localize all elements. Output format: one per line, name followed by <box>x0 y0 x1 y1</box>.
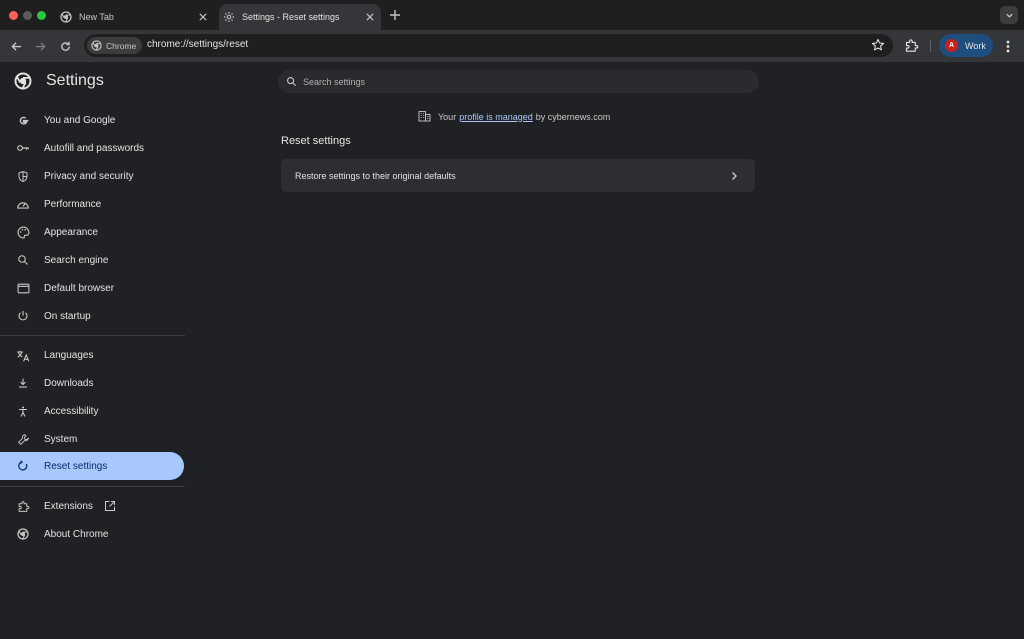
back-button[interactable] <box>8 38 24 54</box>
shield-icon <box>16 169 30 183</box>
managed-profile-link[interactable]: profile is managed <box>459 112 533 122</box>
tab-title: Settings - Reset settings <box>242 12 340 22</box>
window-maximize-button[interactable] <box>37 11 46 20</box>
download-icon <box>16 376 30 390</box>
sidebar-item-label: You and Google <box>44 114 116 126</box>
forward-arrow-icon <box>35 41 46 51</box>
chrome-logo-icon <box>14 72 32 90</box>
managed-suffix: by cybernews.com <box>535 111 611 122</box>
google-icon <box>16 113 30 127</box>
sidebar-item-label: Default browser <box>44 282 115 294</box>
chevron-right-icon <box>729 171 739 181</box>
search-icon <box>16 253 30 267</box>
tab-settings[interactable]: Settings - Reset settings <box>219 4 381 30</box>
sidebar-item-label: Privacy and security <box>44 170 134 182</box>
more-vert-icon <box>1006 40 1010 52</box>
sidebar-item-performance[interactable]: Performance <box>0 190 184 218</box>
restore-defaults-label: Restore settings to their original defau… <box>295 170 456 181</box>
menu-button[interactable] <box>1001 38 1015 54</box>
avatar: A <box>945 39 958 52</box>
chrome-icon <box>60 11 72 23</box>
building-icon <box>418 110 431 123</box>
sidebar-item-label: Autofill and passwords <box>44 142 145 154</box>
sidebar-item-autofill[interactable]: Autofill and passwords <box>0 134 184 162</box>
reset-icon <box>16 459 30 473</box>
sidebar-item-label: System <box>44 433 78 445</box>
close-icon[interactable] <box>363 10 377 24</box>
chip-label: Chrome <box>106 40 137 51</box>
tab-search-button[interactable] <box>1000 6 1018 24</box>
puzzle-icon <box>16 499 30 513</box>
extensions-button[interactable] <box>904 38 919 53</box>
back-arrow-icon <box>10 41 21 51</box>
sidebar-item-label: Accessibility <box>44 405 99 417</box>
window-minimize-button[interactable] <box>23 11 32 20</box>
gear-icon <box>223 11 235 23</box>
browser-window-icon <box>16 281 30 295</box>
key-icon <box>16 141 30 155</box>
sidebar-item-label: On startup <box>44 310 91 322</box>
sidebar-item-you-and-google[interactable]: You and Google <box>0 106 184 134</box>
sidebar-item-languages[interactable]: Languages <box>0 341 184 369</box>
managed-prefix: Your <box>438 111 457 122</box>
speedometer-icon <box>16 197 30 211</box>
toolbar: Chrome chrome://settings/reset A Work <box>0 30 1024 62</box>
wrench-icon <box>16 432 30 446</box>
tab-title: New Tab <box>79 12 114 22</box>
sidebar-item-label: Appearance <box>44 226 98 238</box>
search-icon <box>286 76 298 88</box>
sidebar-item-label: Search engine <box>44 254 109 266</box>
settings-search[interactable] <box>278 70 759 93</box>
restore-defaults-row[interactable]: Restore settings to their original defau… <box>281 159 755 192</box>
sidebar-item-search-engine[interactable]: Search engine <box>0 246 184 274</box>
managed-notice: Your profile is managed by cybernews.com <box>418 110 610 123</box>
sidebar-item-label: Performance <box>44 198 102 210</box>
chrome-icon <box>16 527 30 541</box>
sidebar-item-about-chrome[interactable]: About Chrome <box>0 520 184 548</box>
sidebar-item-accessibility[interactable]: Accessibility <box>0 397 184 425</box>
translate-icon <box>16 348 30 362</box>
forward-button[interactable] <box>32 38 48 54</box>
profile-button[interactable]: A Work <box>939 34 993 57</box>
reload-icon <box>60 41 70 51</box>
sidebar-item-system[interactable]: System <box>0 425 184 453</box>
sidebar-item-on-startup[interactable]: On startup <box>0 302 184 330</box>
page-title: Settings <box>46 72 104 89</box>
url-text[interactable]: chrome://settings/reset <box>147 39 248 50</box>
sidebar-item-appearance[interactable]: Appearance <box>0 218 184 246</box>
sidebar-item-label: About Chrome <box>44 528 109 540</box>
sidebar-item-label: Languages <box>44 349 94 361</box>
accessibility-icon <box>16 404 30 418</box>
toolbar-separator <box>930 40 931 52</box>
plus-icon <box>390 10 400 20</box>
sidebar-item-privacy[interactable]: Privacy and security <box>0 162 184 190</box>
profile-label: Work <box>965 40 986 51</box>
bookmark-star-icon[interactable] <box>871 38 885 52</box>
sidebar-item-label: Extensions <box>44 500 93 512</box>
tab-strip: New Tab Settings - Reset settings <box>0 0 1024 30</box>
chrome-icon <box>91 40 102 51</box>
open-in-new-icon <box>104 500 116 512</box>
tab-new-tab[interactable]: New Tab <box>56 4 214 30</box>
puzzle-icon <box>905 39 919 52</box>
sidebar-item-extensions[interactable]: Extensions <box>0 492 184 520</box>
window-close-button[interactable] <box>9 11 18 20</box>
sidebar-item-downloads[interactable]: Downloads <box>0 369 184 397</box>
reload-button[interactable] <box>57 38 73 54</box>
power-icon <box>16 309 30 323</box>
address-bar[interactable]: Chrome chrome://settings/reset <box>84 34 893 57</box>
sidebar-item-default-browser[interactable]: Default browser <box>0 274 184 302</box>
section-title: Reset settings <box>281 135 351 147</box>
search-input[interactable] <box>303 76 703 87</box>
sidebar-divider <box>0 486 185 487</box>
chevron-down-icon <box>1005 13 1013 18</box>
sidebar-divider <box>0 335 185 336</box>
close-icon[interactable] <box>196 10 210 24</box>
sidebar-item-label: Reset settings <box>44 460 108 472</box>
sidebar-item-reset-settings[interactable]: Reset settings <box>0 452 184 480</box>
sidebar-item-label: Downloads <box>44 377 94 389</box>
site-info-chip[interactable]: Chrome <box>87 37 143 54</box>
new-tab-button[interactable] <box>388 8 402 22</box>
palette-icon <box>16 225 30 239</box>
